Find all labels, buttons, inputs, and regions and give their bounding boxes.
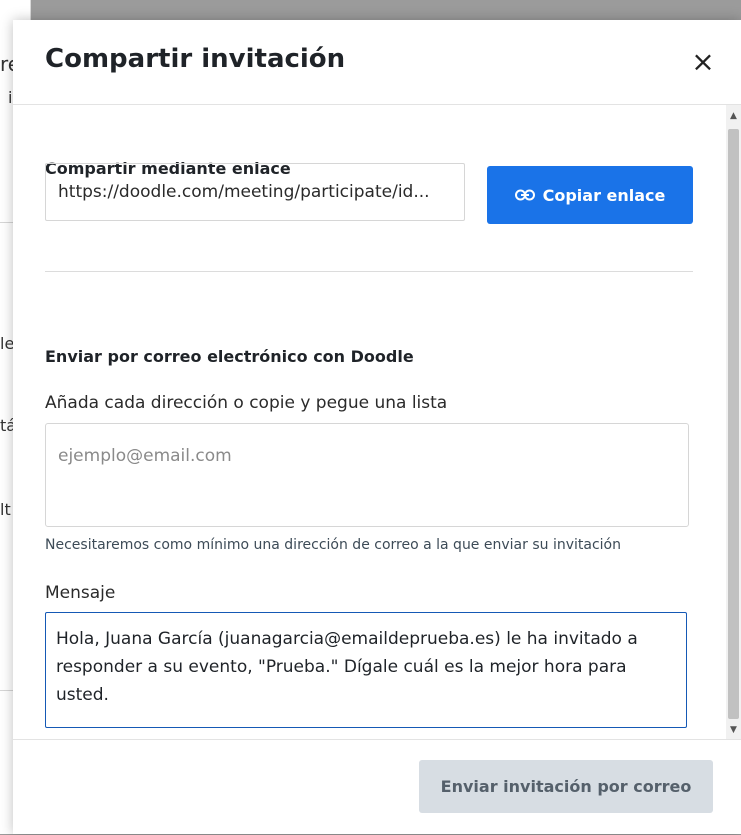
section-divider	[45, 271, 693, 272]
copy-link-button[interactable]: Copiar enlace	[487, 166, 693, 224]
message-label: Mensaje	[45, 583, 116, 603]
email-hint: Necesitaremos como mínimo una dirección …	[45, 537, 621, 553]
share-link-field[interactable]: https://doodle.com/meeting/participate/i…	[45, 163, 465, 221]
close-button[interactable]: ×	[687, 46, 719, 78]
dialog-footer: Enviar invitación por correo	[13, 739, 741, 835]
email-section-title: Enviar por correo electrónico con Doodle	[45, 347, 414, 366]
dialog-scrollbar[interactable]: ▲ ▼	[726, 105, 741, 739]
message-field[interactable]: Hola, Juana García (juanagarcia@emaildep…	[45, 612, 687, 728]
dialog-body[interactable]: Compartir mediante enlace https://doodle…	[13, 105, 741, 739]
link-icon	[514, 186, 535, 205]
send-email-invitation-button[interactable]: Enviar invitación por correo	[419, 760, 713, 813]
dialog-header: Compartir invitación ×	[13, 20, 741, 105]
address-label: Añada cada dirección o copie y pegue una…	[45, 393, 448, 413]
scrollbar-thumb[interactable]	[728, 129, 739, 719]
send-button-label: Enviar invitación por correo	[440, 777, 692, 796]
dialog-title: Compartir invitación	[45, 44, 346, 74]
email-addresses-placeholder: ejemplo@email.com	[58, 446, 232, 466]
scroll-up-arrow-icon[interactable]: ▲	[726, 107, 741, 125]
scroll-down-arrow-icon[interactable]: ▼	[726, 721, 741, 739]
copy-link-label: Copiar enlace	[542, 185, 666, 205]
share-invitation-dialog: Compartir invitación × Compartir mediant…	[13, 20, 741, 834]
close-icon: ×	[691, 45, 715, 78]
share-link-value: https://doodle.com/meeting/participate/i…	[58, 182, 430, 202]
email-addresses-field[interactable]: ejemplo@email.com	[45, 423, 689, 527]
